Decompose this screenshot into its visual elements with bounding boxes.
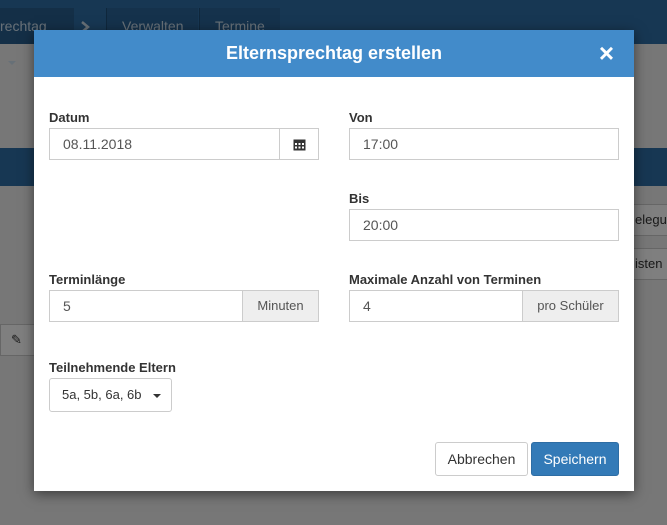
bis-label: Bis — [349, 191, 370, 206]
datum-input[interactable]: 08.11.2018 — [49, 128, 280, 160]
calendar-button[interactable] — [279, 128, 319, 160]
caret-down-icon — [153, 393, 162, 398]
save-button[interactable]: Speichern — [531, 442, 619, 476]
modal-title: Elternsprechtag erstellen — [225, 43, 443, 63]
cancel-button[interactable]: Abbrechen — [435, 442, 528, 476]
teilnehmende-dropdown[interactable]: 5a, 5b, 6a, 6b — [49, 378, 173, 412]
minuten-addon: Minuten — [242, 290, 319, 322]
modal-header: Elternsprechtag erstellen × — [34, 30, 634, 77]
teilnehmende-label: Teilnehmende Eltern — [49, 360, 176, 375]
close-icon[interactable]: × — [599, 30, 614, 77]
pro-schueler-addon: pro Schüler — [522, 290, 619, 322]
von-label: Von — [349, 110, 373, 125]
max-termine-label: Maximale Anzahl von Terminen — [349, 272, 542, 287]
terminlaenge-label: Terminlänge — [49, 272, 126, 287]
terminlaenge-input[interactable]: 5 — [49, 290, 243, 322]
bis-input[interactable]: 20:00 — [349, 209, 619, 241]
max-termine-input[interactable]: 4 — [349, 290, 523, 322]
calendar-icon — [293, 136, 306, 151]
teilnehmende-value: 5a, 5b, 6a, 6b — [62, 387, 142, 402]
datum-label: Datum — [49, 110, 90, 125]
create-dialog: Elternsprechtag erstellen × Datum 08.11.… — [34, 30, 634, 491]
von-input[interactable]: 17:00 — [349, 128, 619, 160]
